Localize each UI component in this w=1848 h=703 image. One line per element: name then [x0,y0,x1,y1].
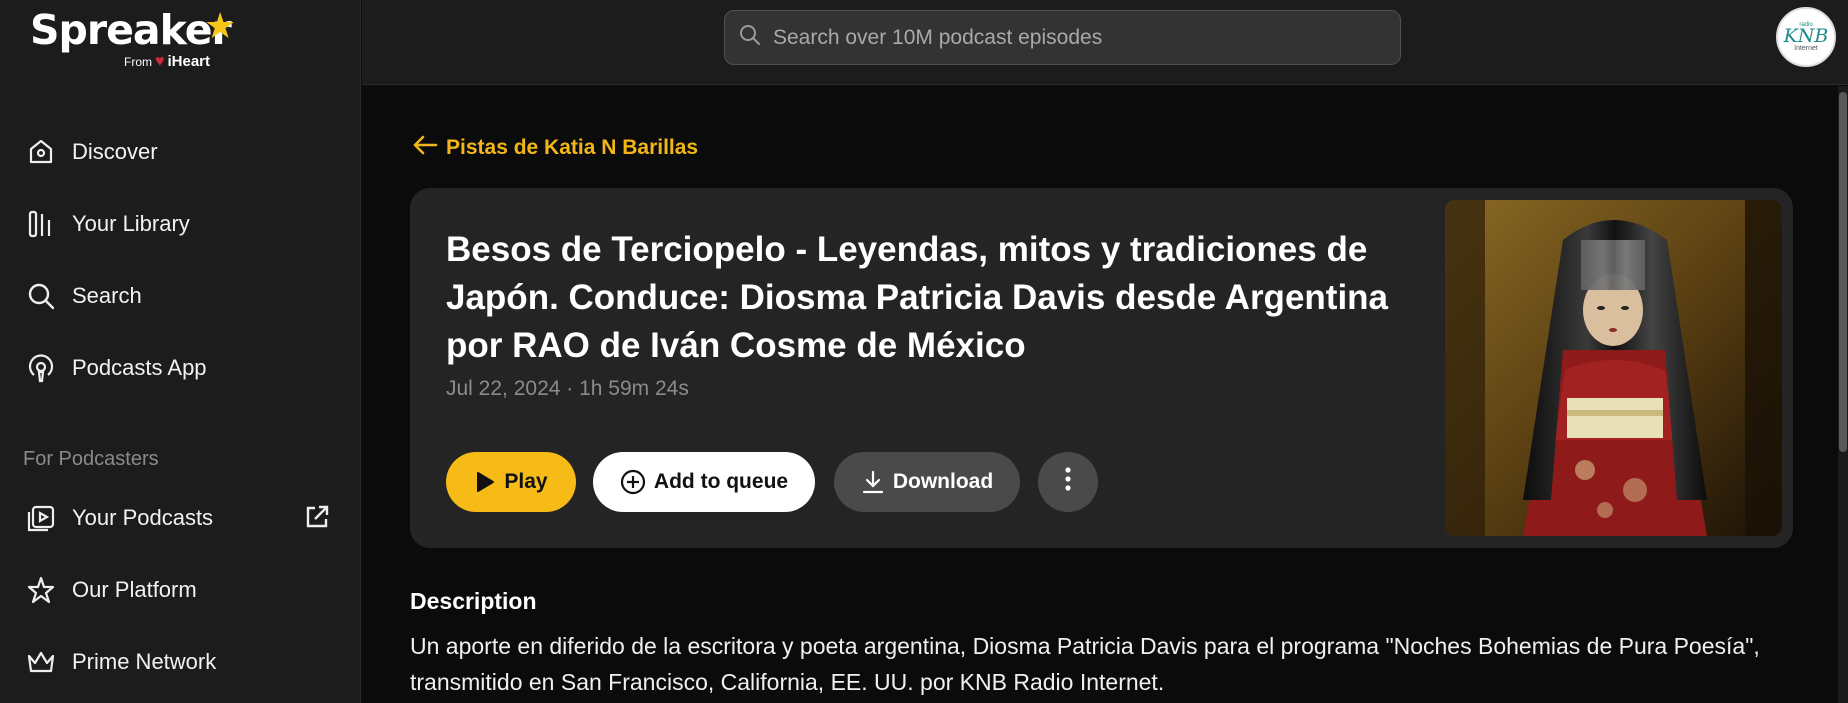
search-input[interactable] [773,25,1373,50]
crown-icon [24,645,58,679]
for-podcasters-heading: For Podcasters [23,448,159,470]
podcast-icon [24,351,58,385]
episode-cover-image [1445,200,1782,536]
back-link-label: Pistas de Katia N Barillas [446,136,699,159]
search-box[interactable] [724,10,1401,65]
arrow-left-icon [412,134,438,162]
your-podcasts-icon [24,501,58,535]
sidebar-item-your-podcasts[interactable]: Your Podcasts [24,494,334,542]
episode-meta: Jul 22, 2024 · 1h 59m 24s [446,377,689,400]
sidebar-item-library[interactable]: Your Library [24,200,334,248]
sidebar: Spreaker ★ From ♥ iHeart Discover Your L… [0,0,361,703]
search-icon [739,24,761,51]
sidebar-item-search[interactable]: Search [24,272,334,320]
sidebar-item-label: Podcasts App [72,355,207,380]
add-to-queue-label: Add to queue [653,470,789,493]
episode-title: Besos de Terciopelo - Leyendas, mitos y … [446,230,1389,365]
logo-star-icon: ★ [204,5,237,46]
download-button[interactable]: Download [834,452,1020,512]
logo-wordmark: Spreaker [30,6,232,54]
sidebar-item-discover[interactable]: Discover [24,128,334,176]
avatar-text: KNB [1783,25,1829,47]
doll-illustration [1445,200,1782,536]
sidebar-item-label: Our Platform [72,577,197,602]
library-icon [24,207,58,241]
search-icon [24,279,58,313]
avatar-bottom-text: Internet [1794,45,1818,52]
star-icon [24,573,58,607]
sidebar-item-label: Prime Network [72,649,217,674]
sidebar-item-prime-network[interactable]: Prime Network [24,638,334,686]
play-label: Play [504,470,548,493]
top-bar: radio KNB Internet [362,0,1848,85]
more-vertical-icon [1064,466,1072,498]
description-text: Un aporte en diferido de la escritora y … [410,633,1760,695]
download-icon [861,469,885,495]
sidebar-item-label: Search [72,283,142,308]
spreaker-logo[interactable]: Spreaker ★ From ♥ iHeart [30,6,250,72]
sidebar-item-label: Your Podcasts [72,505,214,530]
iheart-icon: ♥ [155,52,165,70]
plus-circle-icon [620,469,646,495]
download-label: Download [892,470,994,493]
sidebar-item-label: Discover [72,139,158,164]
user-avatar[interactable]: radio KNB Internet [1776,7,1836,67]
logo-subline: From ♥ iHeart [124,53,210,70]
sidebar-item-our-platform[interactable]: Our Platform [24,566,334,614]
logo-partner: iHeart [167,53,211,70]
sidebar-item-label: Your Library [72,211,190,236]
play-icon [474,470,496,494]
sidebar-item-podcasts-app[interactable]: Podcasts App [24,344,334,392]
back-link[interactable]: Pistas de Katia N Barillas [412,134,698,162]
add-to-queue-button[interactable]: Add to queue [593,452,815,512]
external-link-icon[interactable] [302,502,334,534]
play-button[interactable]: Play [446,452,576,512]
more-options-button[interactable] [1038,452,1098,512]
description-heading: Description [410,588,537,614]
scrollbar-thumb[interactable] [1839,92,1847,452]
logo-from: From [124,54,152,69]
discover-icon [24,135,58,169]
